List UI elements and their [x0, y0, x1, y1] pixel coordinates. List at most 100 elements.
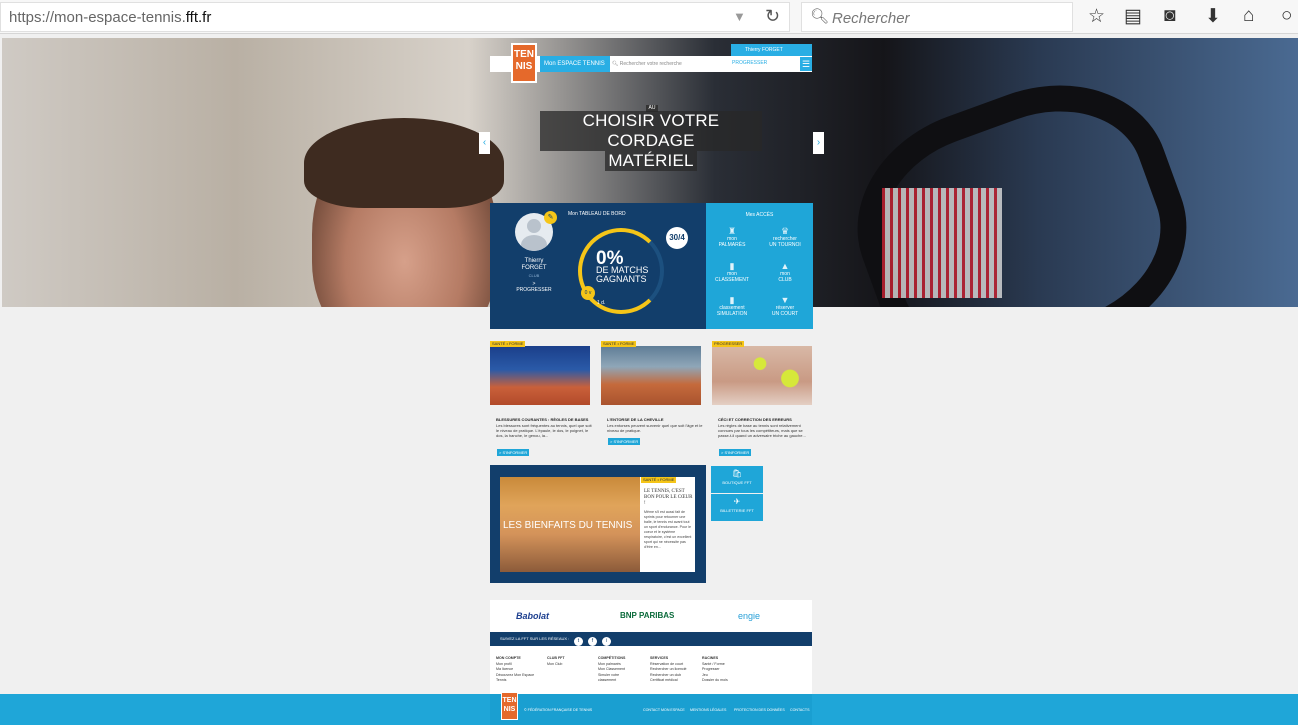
footer-col-services: SERVICES Réservation de court Rechercher…: [650, 656, 705, 684]
footer-col-compte: MON COMPTE Mon profil Ma licence Découvr…: [496, 656, 551, 684]
feature-title[interactable]: LES BIENFAITS DU TENNIS: [503, 520, 632, 531]
boutique-button[interactable]: 🛍︎ BOUTIQUE FFT: [711, 466, 763, 493]
article-text: Les entorses peuvent survenir quel que s…: [607, 423, 703, 433]
footer-copyright: © FÉDÉRATION FRANÇAISE DE TENNIS: [524, 708, 593, 712]
article-tag: SANTÉ • FORME: [601, 341, 637, 347]
boutique-label: BOUTIQUE FFT: [722, 480, 752, 485]
footer-link[interactable]: classement: [598, 678, 653, 684]
days-label: 1 d.: [597, 300, 606, 306]
access-item-label: UN TOURNOI: [769, 242, 801, 248]
billetterie-label: BILLETTERIE FFT: [720, 508, 754, 513]
hero-title[interactable]: CHOISIR VOTRE CORDAGE MATÉRIEL: [540, 111, 762, 171]
article-title[interactable]: BLESSURES COURANTES : RÈGLES DE BASES: [496, 417, 596, 422]
url-dropdown-icon[interactable]: ▼: [733, 9, 746, 24]
article-text: Les blessures sont fréquentes au tennis,…: [496, 423, 592, 438]
trophy-icon: ♜: [727, 226, 737, 236]
browser-search-field[interactable]: 🔍︎ Rechercher: [801, 2, 1073, 32]
address-bar[interactable]: https://mon-espace-tennis.fft.fr ▼ ↻: [0, 2, 790, 32]
partner-bnp-paribas[interactable]: BNP PARIBAS: [620, 611, 674, 620]
reload-icon[interactable]: ↻: [765, 6, 780, 27]
browser-toolbar: https://mon-espace-tennis.fft.fr ▼ ↻ 🔍︎ …: [0, 0, 1298, 34]
feature-headline[interactable]: LE TENNIS, C'EST BON POUR LE CŒUR !: [644, 489, 694, 507]
access-item-label: SIMULATION: [716, 311, 748, 317]
article-image-blessures[interactable]: [490, 346, 590, 405]
access-item-court[interactable]: ▼ réserver UN COURT: [760, 295, 810, 317]
footer-col-club: CLUB FFT Mon Club: [547, 656, 602, 667]
user-last-name: FORGET: [521, 265, 547, 271]
partner-babolat[interactable]: Babolat: [516, 611, 549, 621]
article-read-button[interactable]: > S'INFORMER: [497, 449, 530, 456]
hamburger-menu-icon[interactable]: ☰: [800, 57, 812, 71]
site-brand[interactable]: Mon ESPACE TENNIS: [540, 56, 610, 72]
footer-link[interactable]: Tennis: [496, 678, 551, 684]
footer-fft-logo[interactable]: TEN NIS: [501, 692, 518, 720]
download-icon[interactable]: ⬇: [1205, 5, 1221, 28]
ticket-icon: ✈: [733, 497, 741, 506]
url-text[interactable]: https://mon-espace-tennis.fft.fr: [9, 9, 211, 26]
footer-link-contact-espace[interactable]: CONTACT MON ESPACE: [643, 708, 685, 712]
footer-col-competitions: COMPÉTITIONS Mon palmarès Mon Classement…: [598, 656, 653, 684]
edit-pencil-icon[interactable]: ✎: [544, 211, 557, 224]
article-image-erreurs[interactable]: [712, 346, 812, 405]
fft-tennis-logo[interactable]: TEN NIS: [511, 43, 537, 83]
bookmark-star-icon[interactable]: ☆: [1088, 5, 1105, 28]
ranking-icon: ▮: [729, 261, 735, 271]
hero-next-arrow-icon[interactable]: ›: [813, 132, 824, 154]
footer-link-donnees[interactable]: PROTECTION DES DONNÉES: [734, 708, 785, 712]
reading-list-icon[interactable]: ▤: [1124, 5, 1142, 28]
win-rate-label: DE MATCHS GAGNANTS: [596, 265, 649, 284]
article-title[interactable]: L'ENTORSE DE LA CHEVILLE: [607, 417, 707, 422]
hero-title-line1: CHOISIR VOTRE CORDAGE: [540, 111, 762, 151]
court-icon: ▼: [780, 295, 790, 305]
social-label: SUIVEZ LA FFT SUR LES RÉSEAUX :: [500, 636, 570, 641]
dashboard-profile-link[interactable]: > PROGRESSER: [515, 281, 553, 293]
access-item-tournoi[interactable]: ♛ rechercher UN TOURNOI: [760, 226, 810, 248]
article-tag: SANTÉ • FORME: [490, 341, 526, 347]
access-item-classement[interactable]: ▮ mon CLASSEMENT: [707, 261, 757, 283]
feature-tag: SANTÉ • FORME: [641, 477, 677, 483]
partner-engie[interactable]: engie: [738, 611, 760, 621]
home-icon[interactable]: ⌂: [1243, 5, 1254, 27]
access-item-label: CLASSEMENT: [715, 277, 749, 283]
chat-icon[interactable]: ○: [1281, 5, 1292, 27]
footer-link-mentions[interactable]: MENTIONS LÉGALES: [690, 708, 726, 712]
article-read-button[interactable]: > S'INFORMER: [719, 449, 752, 456]
billetterie-button[interactable]: ✈ BILLETTERIE FFT: [711, 494, 763, 521]
footer-logo-top: TEN: [502, 697, 517, 704]
article-text: Les règles de base au tennis sont relati…: [718, 423, 806, 438]
access-item-club[interactable]: ▲ mon CLUB: [760, 261, 810, 283]
article-read-button[interactable]: > S'INFORMER: [608, 438, 641, 445]
twitter-icon[interactable]: t: [574, 637, 583, 646]
site-search-placeholder: Rechercher votre recherche: [619, 61, 682, 67]
footer-link[interactable]: Mon Club: [547, 662, 602, 668]
dashboard-user-club: CLUB: [528, 273, 540, 278]
footer-link[interactable]: Certificat médical: [650, 678, 705, 684]
footer-logo-bottom: NIS: [503, 706, 516, 713]
access-item-palmares[interactable]: ♜ mon PALMARÈS: [707, 226, 757, 248]
footer-link-contacts[interactable]: CONTACTS: [790, 708, 810, 712]
logo-top: TEN: [514, 49, 534, 60]
access-item-label: CLUB: [778, 277, 792, 283]
ranking-badge[interactable]: 30/4: [666, 227, 688, 249]
dashboard-user-name: Thierry FORGET: [515, 258, 553, 272]
instagram-icon[interactable]: i: [602, 637, 611, 646]
hero-prev-arrow-icon[interactable]: ‹: [479, 132, 490, 154]
access-item-label: PALMARÈS: [718, 242, 746, 248]
access-item-label: UN COURT: [771, 311, 799, 317]
article-title[interactable]: CÉCI ET CORRECTION DES ERREURS: [718, 417, 818, 422]
feature-text: Même s'il est aussi fait de sprints pour…: [644, 510, 692, 549]
search-icon: 🔍︎: [810, 8, 830, 25]
pocket-icon[interactable]: ◙: [1164, 5, 1175, 27]
article-image-entorse[interactable]: [601, 346, 701, 405]
club-icon: ▲: [780, 261, 790, 271]
access-item-simulation[interactable]: ▮ classement SIMULATION: [707, 295, 757, 317]
site-search-input[interactable]: 🔍︎ Rechercher votre recherche: [612, 58, 722, 70]
facebook-icon[interactable]: f: [588, 637, 597, 646]
user-account-tab[interactable]: Thierry FORGET: [731, 44, 812, 56]
footer-link[interactable]: Dossier du mois: [702, 678, 757, 684]
user-account-sub[interactable]: PROGRESSER: [732, 60, 767, 66]
hero-photo-strings: [882, 188, 1002, 298]
cup-icon: ♛: [780, 226, 790, 236]
logo-bottom: NIS: [515, 61, 533, 72]
footer-col-racines: RACINES Santé / Forme Progresser Jeu Dos…: [702, 656, 757, 684]
